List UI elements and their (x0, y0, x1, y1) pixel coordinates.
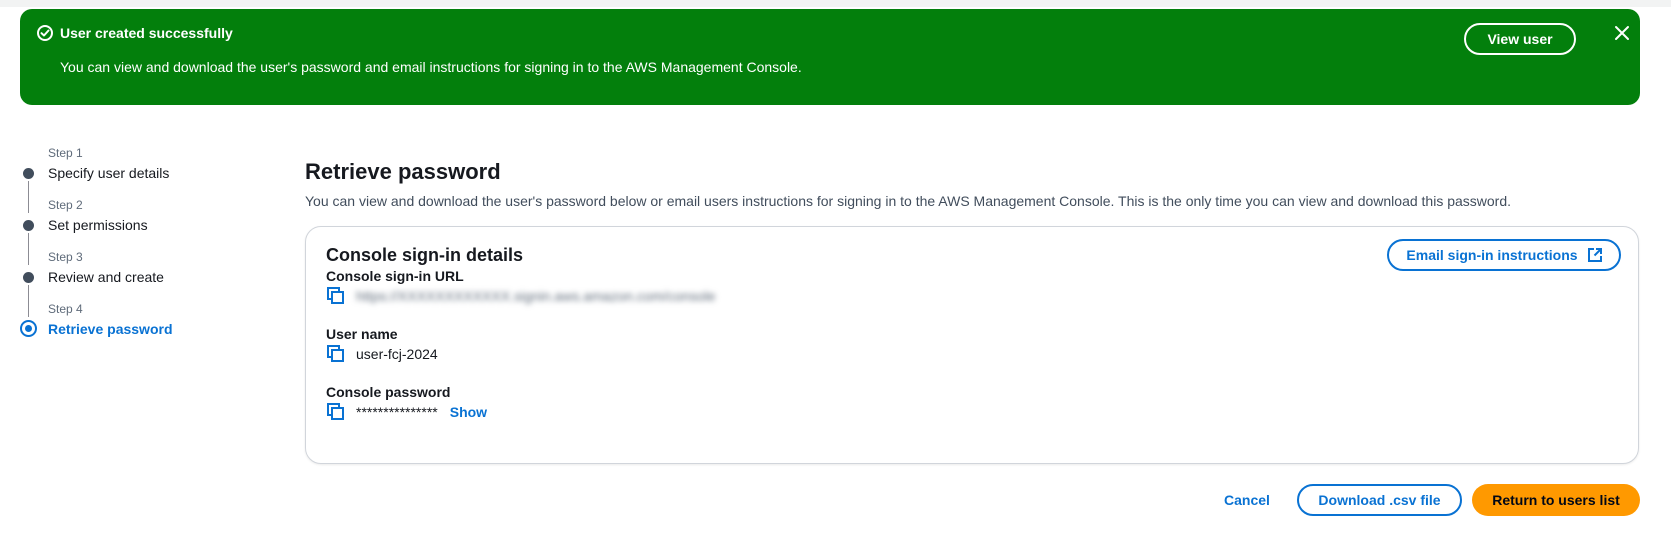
console-signin-details-card: Console sign-in details Email sign-in in… (305, 226, 1639, 464)
username-label: User name (326, 326, 398, 342)
step-dot-icon (23, 220, 34, 231)
step-title: Retrieve password (48, 321, 173, 337)
success-flash-banner: User created successfully You can view a… (20, 9, 1640, 105)
cancel-button[interactable]: Cancel (1222, 490, 1272, 510)
wizard-step-3[interactable]: Step 3 Review and create (18, 250, 258, 317)
password-row: *************** Show (326, 402, 487, 422)
return-to-users-list-button[interactable]: Return to users list (1472, 484, 1640, 516)
step-label: Step 3 (48, 250, 83, 264)
step-dot-active-icon (20, 320, 37, 337)
download-csv-button[interactable]: Download .csv file (1297, 484, 1462, 516)
copy-icon[interactable] (326, 286, 346, 306)
page-title: Retrieve password (305, 159, 501, 184)
view-user-button[interactable]: View user (1464, 23, 1576, 55)
signin-url-label: Console sign-in URL (326, 268, 464, 284)
username-row: user-fcj-2024 (326, 344, 438, 364)
card-title: Console sign-in details (326, 245, 524, 265)
top-strip (0, 0, 1671, 7)
success-check-icon (36, 24, 54, 42)
copy-icon[interactable] (326, 344, 346, 364)
close-icon[interactable] (1612, 23, 1632, 43)
wizard-step-4[interactable]: Step 4 Retrieve password (18, 302, 258, 348)
step-title: Set permissions (48, 217, 148, 233)
show-password-link[interactable]: Show (450, 404, 487, 420)
step-dot-icon (23, 272, 34, 283)
step-title: Review and create (48, 269, 164, 285)
copy-icon[interactable] (326, 402, 346, 422)
flash-message: You can view and download the user's pas… (60, 59, 802, 75)
signin-url-value: https://XXXXXXXXXXXX.signin.aws.amazon.c… (356, 288, 716, 304)
step-title: Specify user details (48, 165, 170, 181)
email-signin-instructions-button[interactable]: Email sign-in instructions (1387, 239, 1621, 271)
username-value: user-fcj-2024 (356, 346, 438, 362)
step-dot-icon (23, 168, 34, 179)
step-label: Step 4 (48, 302, 83, 316)
page-description: You can view and download the user's pas… (305, 193, 1512, 209)
step-label: Step 1 (48, 146, 83, 160)
signin-url-row: https://XXXXXXXXXXXX.signin.aws.amazon.c… (326, 286, 716, 306)
wizard-step-2[interactable]: Step 2 Set permissions (18, 198, 258, 265)
flash-title: User created successfully (60, 25, 233, 41)
step-label: Step 2 (48, 198, 83, 212)
password-value: *************** (356, 404, 438, 420)
password-label: Console password (326, 384, 451, 400)
email-button-label: Email sign-in instructions (1406, 247, 1578, 263)
wizard-step-1[interactable]: Step 1 Specify user details (18, 146, 258, 213)
external-link-icon (1587, 248, 1602, 262)
